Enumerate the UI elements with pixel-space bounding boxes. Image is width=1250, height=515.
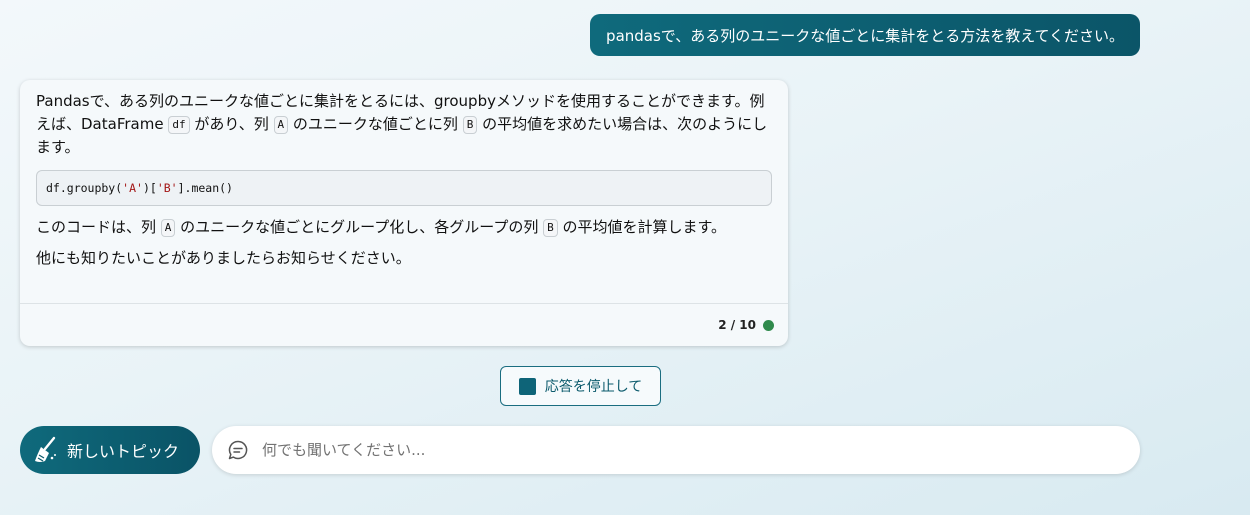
chat-input-bar[interactable]: [212, 426, 1140, 474]
chat-bubble-icon: [227, 439, 249, 461]
bot-response-body: Pandasで、ある列のユニークな値ごとに集計をとるには、groupbyメソッド…: [20, 80, 788, 270]
bot-paragraph-2: このコードは、列 A のユニークな値ごとにグループ化し、各グループの列 B の平…: [36, 216, 772, 239]
code-token: )[: [142, 180, 157, 195]
status-dot-icon: [763, 319, 774, 331]
new-topic-button[interactable]: 新しいトピック: [20, 426, 200, 474]
bot-paragraph-1: Pandasで、ある列のユニークな値ごとに集計をとるには、groupbyメソッド…: [36, 90, 772, 159]
inline-code: A: [273, 116, 289, 134]
inline-code: B: [462, 116, 478, 134]
code-string-token: 'A': [122, 180, 143, 195]
bot-text: があり、列: [189, 115, 274, 133]
bot-text: の平均値を計算します。: [557, 218, 727, 236]
inline-code: B: [543, 219, 558, 237]
turn-counter: 2 / 10: [718, 318, 756, 332]
code-string-token: 'B': [156, 180, 178, 195]
bot-text: のユニークな値ごとにグループ化し、各グループの列: [175, 218, 544, 236]
bot-text: のユニークな値ごとに列: [288, 115, 463, 133]
broom-icon: [32, 436, 58, 464]
stop-responding-button[interactable]: 応答を停止して: [500, 366, 661, 406]
bot-text: このコードは、列: [36, 218, 161, 236]
stop-button-label: 応答を停止して: [544, 379, 643, 395]
new-topic-label: 新しいトピック: [67, 442, 180, 461]
inline-code: A: [160, 219, 176, 237]
bot-response-footer: 2 / 10: [20, 303, 788, 346]
inline-code: df: [168, 116, 190, 134]
chat-input[interactable]: [260, 440, 1084, 460]
code-token: df.groupby(: [46, 180, 123, 195]
code-text: df.groupby('A')['B'].mean(): [46, 177, 233, 200]
stop-square-icon: [518, 377, 536, 395]
code-token: ].mean(): [177, 180, 233, 195]
user-message-bubble: pandasで、ある列のユニークな値ごとに集計をとる方法を教えてください。: [590, 14, 1140, 56]
bot-paragraph-3: 他にも知りたいことがありましたらお知らせください。: [36, 249, 411, 267]
code-block[interactable]: df.groupby('A')['B'].mean(): [36, 170, 772, 206]
user-message-text: pandasで、ある列のユニークな値ごとに集計をとる方法を教えてください。: [606, 26, 1124, 45]
bot-response-card: Pandasで、ある列のユニークな値ごとに集計をとるには、groupbyメソッド…: [20, 80, 788, 346]
